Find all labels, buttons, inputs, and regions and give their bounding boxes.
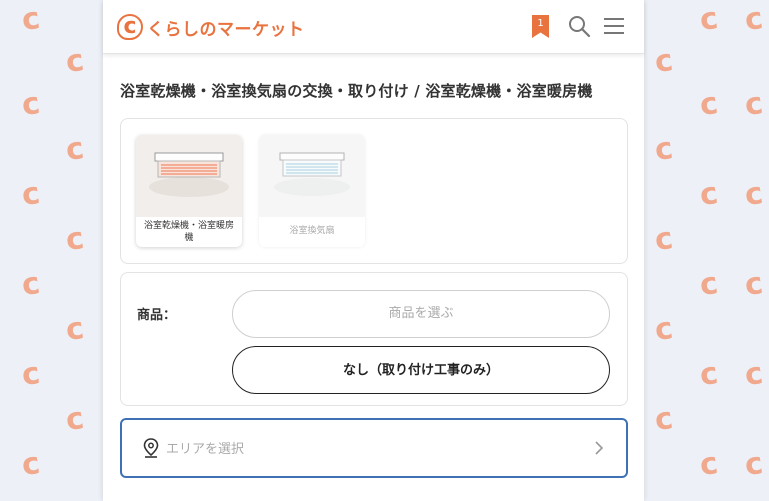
- area-select-field[interactable]: エリアを選択: [120, 418, 628, 478]
- background-logo-icon: ⅽ: [652, 220, 676, 259]
- background-logo-icon: ⅽ: [742, 445, 766, 484]
- product-card: 商品： 商品を選ぶ なし（取り付け工事のみ）: [120, 272, 628, 406]
- main-panel: c くらしのマーケット 1 浴室乾燥機・浴室換気扇の交換・取り付け / 浴室乾燥…: [103, 0, 644, 501]
- background-logo-icon: ⅽ: [63, 220, 87, 259]
- brand-mark-icon: c: [117, 14, 143, 40]
- background-logo-icon: ⅽ: [742, 265, 766, 304]
- background-logo-icon: ⅽ: [742, 355, 766, 394]
- background-logo-icon: ⅽ: [19, 85, 43, 124]
- background-logo-icon: ⅽ: [697, 175, 721, 214]
- select-product-button[interactable]: 商品を選ぶ: [232, 290, 610, 338]
- background-logo-icon: ⅽ: [19, 175, 43, 214]
- background-logo-icon: ⅽ: [63, 42, 87, 81]
- background-logo-icon: ⅽ: [652, 310, 676, 349]
- page-title: 浴室乾燥機・浴室換気扇の交換・取り付け / 浴室乾燥機・浴室暖房機: [120, 82, 593, 100]
- area-placeholder: エリアを選択: [166, 442, 245, 457]
- brand-name: くらしのマーケット: [147, 19, 305, 40]
- ventilation-fan-image: [259, 135, 365, 217]
- site-header: c くらしのマーケット 1: [103, 0, 644, 54]
- category-label: 浴室乾燥機・浴室暖房機: [143, 221, 234, 243]
- product-label: 商品：: [137, 308, 177, 323]
- category-label: 浴室換気扇: [289, 226, 335, 236]
- background-logo-icon: ⅽ: [19, 265, 43, 304]
- no-product-button[interactable]: なし（取り付け工事のみ）: [232, 346, 610, 394]
- bathroom-dryer-image: [136, 135, 242, 217]
- background-logo-icon: ⅽ: [63, 310, 87, 349]
- category-card: 浴室乾燥機・浴室暖房機 浴室換気扇: [120, 118, 628, 264]
- background-logo-icon: ⅽ: [697, 355, 721, 394]
- chevron-right-icon: [595, 441, 604, 455]
- category-tile-ventilation-fan[interactable]: 浴室換気扇: [259, 135, 365, 247]
- brand-logo[interactable]: c くらしのマーケット: [117, 12, 305, 42]
- background-logo-icon: ⅽ: [63, 130, 87, 169]
- background-logo-icon: ⅽ: [697, 265, 721, 304]
- background-logo-icon: ⅽ: [63, 400, 87, 439]
- background-logo-icon: ⅽ: [652, 42, 676, 81]
- background-logo-icon: ⅽ: [742, 85, 766, 124]
- search-icon[interactable]: [567, 14, 591, 38]
- background-logo-icon: ⅽ: [697, 0, 721, 39]
- background-logo-icon: ⅽ: [742, 0, 766, 39]
- background-logo-icon: ⅽ: [652, 130, 676, 169]
- menu-icon[interactable]: [603, 16, 625, 36]
- background-logo-icon: ⅽ: [652, 400, 676, 439]
- category-tile-bathroom-dryer[interactable]: 浴室乾燥機・浴室暖房機: [136, 135, 242, 247]
- background-logo-icon: ⅽ: [19, 445, 43, 484]
- background-logo-icon: ⅽ: [697, 85, 721, 124]
- background-logo-icon: ⅽ: [19, 355, 43, 394]
- background-logo-icon: ⅽ: [742, 175, 766, 214]
- background-logo-icon: ⅽ: [697, 445, 721, 484]
- bookmark-icon[interactable]: 1: [532, 15, 549, 38]
- background-logo-icon: ⅽ: [19, 0, 43, 39]
- location-pin-icon: [143, 438, 159, 458]
